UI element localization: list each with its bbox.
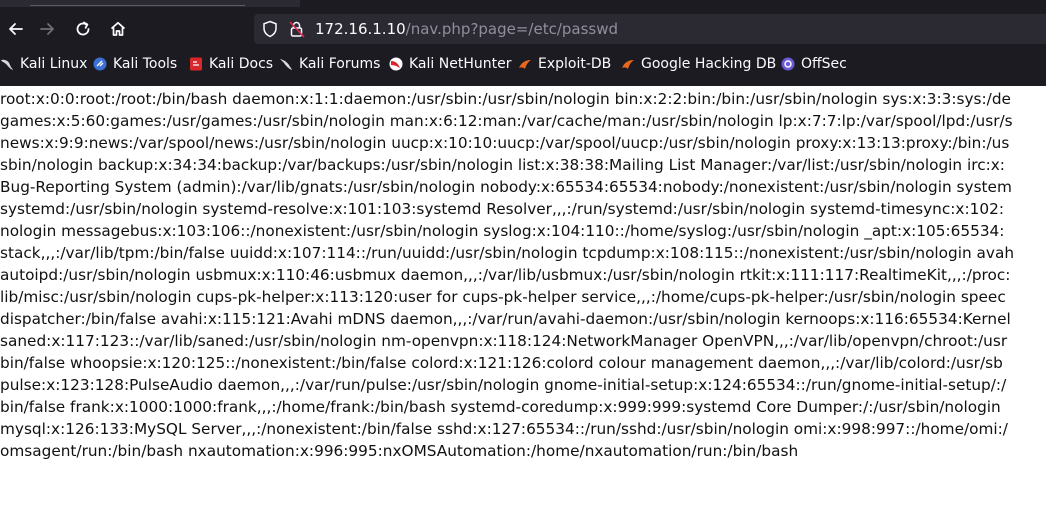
browser-chrome: 172.16.1.10/nav.php?page=/etc/passwd Kal… <box>0 0 1046 86</box>
tab-divider <box>30 5 245 6</box>
bookmark-kali-forums[interactable]: Kali Forums <box>279 54 380 74</box>
passwd-line: news:x:9:9:news:/var/spool/news:/usr/sbi… <box>0 134 1010 152</box>
reload-icon <box>74 20 92 38</box>
bookmark-kali-nethunter[interactable]: Kali NetHunter <box>389 54 511 74</box>
bookmarks-toolbar: Kali Linux Kali Tools Kali Docs Kali For… <box>0 52 1046 76</box>
url-bar[interactable]: 172.16.1.10/nav.php?page=/etc/passwd <box>254 14 1046 44</box>
back-button[interactable] <box>3 16 29 42</box>
insecure-lock-icon[interactable] <box>288 20 306 42</box>
passwd-line: saned:x:117:123::/var/lib/saned:/usr/sbi… <box>0 332 1008 350</box>
home-button[interactable] <box>105 16 131 42</box>
bookmark-label: OffSec <box>801 56 847 72</box>
passwd-line: bin/false whoopsie:x:120:125::/nonexiste… <box>0 354 1003 372</box>
ghdb-icon <box>621 57 635 71</box>
passwd-line: Bug-Reporting System (admin):/var/lib/gn… <box>0 178 1012 196</box>
kali-tools-icon <box>93 57 107 71</box>
forward-button[interactable] <box>34 16 60 42</box>
passwd-line: dispatcher:/bin/false avahi:x:115:121:Av… <box>0 310 1011 328</box>
passwd-line: omsagent/run:/bin/bash nxautomation:x:99… <box>0 442 799 460</box>
exploit-db-icon <box>518 57 532 71</box>
arrow-right-icon <box>38 20 56 38</box>
passwd-line: autoipd:/usr/sbin/nologin usbmux:x:110:4… <box>0 266 1011 284</box>
passwd-line: nologin messagebus:x:103:106::/nonexiste… <box>0 222 1005 240</box>
kali-forums-icon <box>279 57 293 71</box>
bookmark-kali-linux[interactable]: Kali Linux <box>0 54 87 74</box>
passwd-line: bin/false frank:x:1000:1000:frank,,,:/ho… <box>0 398 1001 416</box>
bookmark-label: Google Hacking DB <box>641 56 777 72</box>
kali-dragon-icon <box>0 57 14 71</box>
bookmark-offsec[interactable]: OffSec <box>781 54 847 74</box>
url-host: 172.16.1.10 <box>315 20 406 38</box>
bookmark-label: Kali Forums <box>299 56 381 72</box>
page-content: root:x:0:0:root:/root:/bin/bash daemon:x… <box>0 88 1046 530</box>
offsec-icon <box>781 57 795 71</box>
passwd-line: systemd:/usr/sbin/nologin systemd-resolv… <box>0 200 1004 218</box>
bookmark-kali-tools[interactable]: Kali Tools <box>93 54 177 74</box>
bookmark-label: Kali Tools <box>113 56 178 72</box>
passwd-line: sbin/nologin backup:x:34:34:backup:/var/… <box>0 156 1005 174</box>
url-path: /nav.php?page=/etc/passwd <box>405 20 619 38</box>
passwd-line: lib/misc:/usr/sbin/nologin cups-pk-helpe… <box>0 288 1006 306</box>
bookmark-label: Kali NetHunter <box>409 56 512 72</box>
kali-docs-icon <box>189 57 203 71</box>
tracking-shield-icon[interactable] <box>262 20 278 42</box>
bookmark-label: Exploit-DB <box>538 56 612 72</box>
passwd-line: stack,,,:/var/lib/tpm:/bin/false uuidd:x… <box>0 244 1015 262</box>
home-icon <box>109 20 127 38</box>
bookmark-label: Kali Docs <box>209 56 274 72</box>
passwd-line: pulse:x:123:128:PulseAudio daemon,,,:/va… <box>0 376 1007 394</box>
bookmark-label: Kali Linux <box>20 56 88 72</box>
arrow-left-icon <box>7 20 25 38</box>
reload-button[interactable] <box>70 16 96 42</box>
passwd-line: root:x:0:0:root:/root:/bin/bash daemon:x… <box>0 90 1011 108</box>
bookmark-google-hacking-db[interactable]: Google Hacking DB <box>621 54 776 74</box>
url-text[interactable]: 172.16.1.10/nav.php?page=/etc/passwd <box>315 20 618 38</box>
bookmark-exploit-db[interactable]: Exploit-DB <box>518 54 611 74</box>
tab-strip <box>0 0 1046 8</box>
passwd-line: mysql:x:126:133:MySQL Server,,,:/nonexis… <box>0 420 1008 438</box>
passwd-line: games:x:5:60:games:/usr/games:/usr/sbin/… <box>0 112 1013 130</box>
bookmark-kali-docs[interactable]: Kali Docs <box>189 54 273 74</box>
nethunter-icon <box>389 57 403 71</box>
